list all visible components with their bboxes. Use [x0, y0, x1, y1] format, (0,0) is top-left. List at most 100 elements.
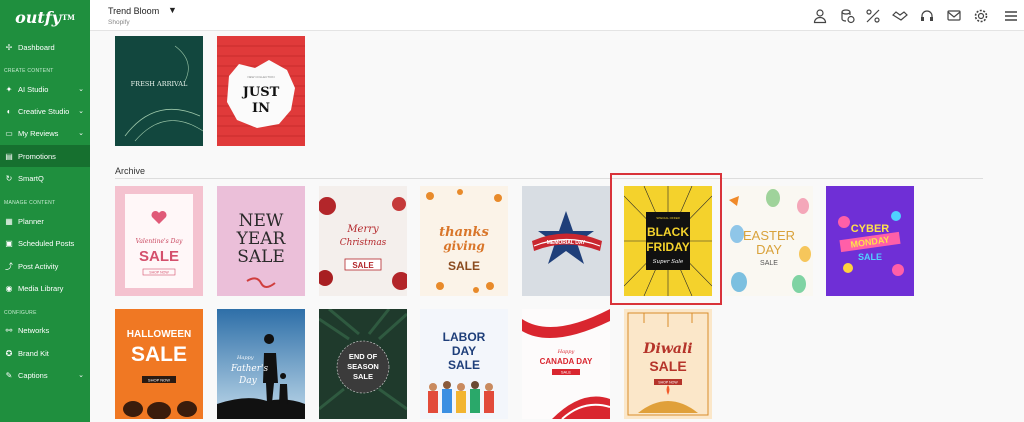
captions-icon: ✎	[5, 370, 13, 380]
card-text: SALE	[237, 247, 285, 267]
sidebar: outfy TM ✢ Dashboard CREATE CONTENT ✦ AI …	[0, 0, 90, 422]
sidebar-item-label: AI Studio	[18, 84, 49, 94]
card-text: SALE	[353, 372, 373, 381]
billing-icon[interactable]	[839, 8, 855, 24]
sidebar-item-label: Planner	[18, 216, 44, 226]
chevron-down-icon: ⌄	[78, 130, 84, 137]
top-header: Trend Bloom ▼ Shopify	[90, 0, 1024, 31]
card-text: MEMORIAL DAY	[547, 240, 586, 246]
activity-icon: ⤴	[5, 261, 13, 271]
card-text: FRESH ARRIVAL	[131, 80, 188, 88]
sidebar-item-label: Creative Studio	[18, 106, 70, 116]
card-text: Happy	[557, 349, 575, 355]
card-text: SHOP NOW	[658, 381, 678, 385]
archive-heading: Archive	[115, 166, 146, 176]
sidebar-item-planner[interactable]: ▦ Planner	[0, 210, 90, 232]
logo-text: outfy	[15, 7, 61, 27]
card-text: Day	[238, 376, 258, 386]
sidebar-item-media-library[interactable]: ◉ Media Library	[0, 277, 90, 299]
template-card-cyber-monday[interactable]: CYBER MONDAY SALE	[826, 186, 914, 296]
sidebar-item-post-activity[interactable]: ⤴ Post Activity	[0, 255, 90, 277]
card-text: IN	[252, 101, 270, 116]
card-text: Father's	[230, 364, 269, 374]
chevron-down-icon: ⌄	[78, 108, 84, 115]
template-card-valentines-day[interactable]: Valentine's Day SALE SHOP NOW	[115, 186, 203, 296]
caret-down-icon[interactable]: ▼	[168, 5, 177, 15]
user-icon[interactable]	[812, 8, 828, 24]
store-selector[interactable]: Trend Bloom	[108, 6, 159, 16]
card-text: SALE	[131, 343, 187, 366]
sidebar-item-label: Promotions	[18, 151, 56, 161]
card-text: SEASON	[347, 362, 379, 371]
template-card-labor-day-sale[interactable]: LABOR DAY SALE	[420, 309, 508, 419]
support-headset-icon[interactable]	[919, 8, 935, 24]
template-card-thanksgiving-sale[interactable]: thanks giving SALE	[420, 186, 508, 296]
card-text: Christmas	[340, 238, 387, 248]
template-card-diwali-sale[interactable]: Diwali SALE SHOP NOW	[624, 309, 712, 419]
card-text: Merry	[346, 224, 379, 235]
sidebar-item-label: Dashboard	[18, 42, 55, 52]
section-configure: CONFIGURE	[4, 310, 37, 316]
partners-handshake-icon[interactable]	[892, 8, 908, 24]
card-text: SHOP NOW	[149, 271, 169, 275]
template-card-memorial-day[interactable]: MEMORIAL DAY	[522, 186, 610, 296]
template-card-merry-christmas[interactable]: Merry Christmas SALE	[319, 186, 407, 296]
sidebar-item-ai-studio[interactable]: ✦ AI Studio ⌄	[0, 78, 90, 100]
outfy-logo[interactable]: outfy TM	[0, 0, 90, 34]
sidebar-item-my-reviews[interactable]: ▭ My Reviews ⌄	[0, 122, 90, 144]
sidebar-item-dashboard[interactable]: ✢ Dashboard	[0, 36, 90, 58]
card-text: SHOP NOW	[148, 378, 170, 383]
card-text: JUST	[242, 85, 280, 100]
template-card-new-year-sale[interactable]: NEW YEAR SALE	[217, 186, 305, 296]
template-card-fresh-arrival[interactable]: FRESH ARRIVAL	[115, 36, 203, 146]
sidebar-item-captions[interactable]: ✎ Captions ⌄	[0, 364, 90, 386]
card-text: Valentine's Day	[136, 238, 183, 245]
sidebar-item-label: Captions	[18, 370, 48, 380]
sidebar-item-label: Media Library	[18, 283, 64, 293]
sidebar-item-label: SmartQ	[18, 173, 44, 183]
card-text: CANADA DAY	[540, 357, 593, 366]
settings-gear-icon[interactable]	[973, 8, 989, 24]
sidebar-item-label: Brand Kit	[18, 348, 49, 358]
card-text: thanks	[439, 225, 489, 240]
sidebar-item-smartq[interactable]: ↻ SmartQ	[0, 167, 90, 189]
sidebar-item-label: Post Activity	[18, 261, 59, 271]
template-card-canada-day-sale[interactable]: Happy CANADA DAY SALE	[522, 309, 610, 419]
store-platform: Shopify	[108, 19, 130, 26]
template-card-just-in[interactable]: NEW COLLECTION JUST IN	[217, 36, 305, 146]
sidebar-item-label: Scheduled Posts	[18, 238, 75, 248]
card-text: NEW COLLECTION	[247, 75, 274, 79]
dashboard-icon: ✢	[5, 42, 13, 52]
card-text: giving	[443, 239, 485, 253]
sidebar-item-networks[interactable]: ⚯ Networks	[0, 319, 90, 341]
logo-trademark: TM	[61, 12, 75, 22]
archive-divider	[115, 178, 983, 179]
card-text: SALE	[448, 358, 480, 372]
section-create-content: CREATE CONTENT	[4, 68, 54, 74]
card-text: SALE	[858, 252, 882, 262]
card-text: SALE	[649, 358, 686, 374]
sidebar-item-scheduled-posts[interactable]: ▣ Scheduled Posts	[0, 232, 90, 254]
app-root: outfy TM ✢ Dashboard CREATE CONTENT ✦ AI …	[0, 0, 1024, 422]
calendar-icon: ▦	[5, 216, 13, 226]
card-text: HALLOWEEN	[127, 329, 191, 340]
card-text: EASTER	[743, 228, 795, 243]
sidebar-item-brand-kit[interactable]: ✪ Brand Kit	[0, 342, 90, 364]
menu-hamburger-icon[interactable]	[1003, 8, 1019, 24]
offers-icon[interactable]	[865, 8, 881, 24]
reviews-icon: ▭	[5, 128, 13, 138]
sidebar-item-label: My Reviews	[18, 128, 59, 138]
template-card-end-of-season-sale[interactable]: END OF SEASON SALE	[319, 309, 407, 419]
card-text: DAY	[452, 344, 476, 358]
card-text: SALE	[139, 248, 179, 265]
sidebar-item-promotions[interactable]: ▤ Promotions	[0, 145, 90, 167]
template-card-fathers-day[interactable]: Happy Father's Day	[217, 309, 305, 419]
networks-icon: ⚯	[5, 325, 13, 335]
card-text: SALE	[760, 260, 778, 267]
card-text: LABOR	[443, 330, 486, 344]
sidebar-item-creative-studio[interactable]: ◐ Creative Studio ⌄	[0, 100, 90, 122]
media-icon: ◉	[5, 283, 13, 293]
template-card-halloween-sale[interactable]: HALLOWEEN SALE SHOP NOW	[115, 309, 203, 419]
messages-icon[interactable]	[946, 8, 962, 24]
template-card-easter-day-sale[interactable]: EASTER DAY SALE	[725, 186, 813, 296]
